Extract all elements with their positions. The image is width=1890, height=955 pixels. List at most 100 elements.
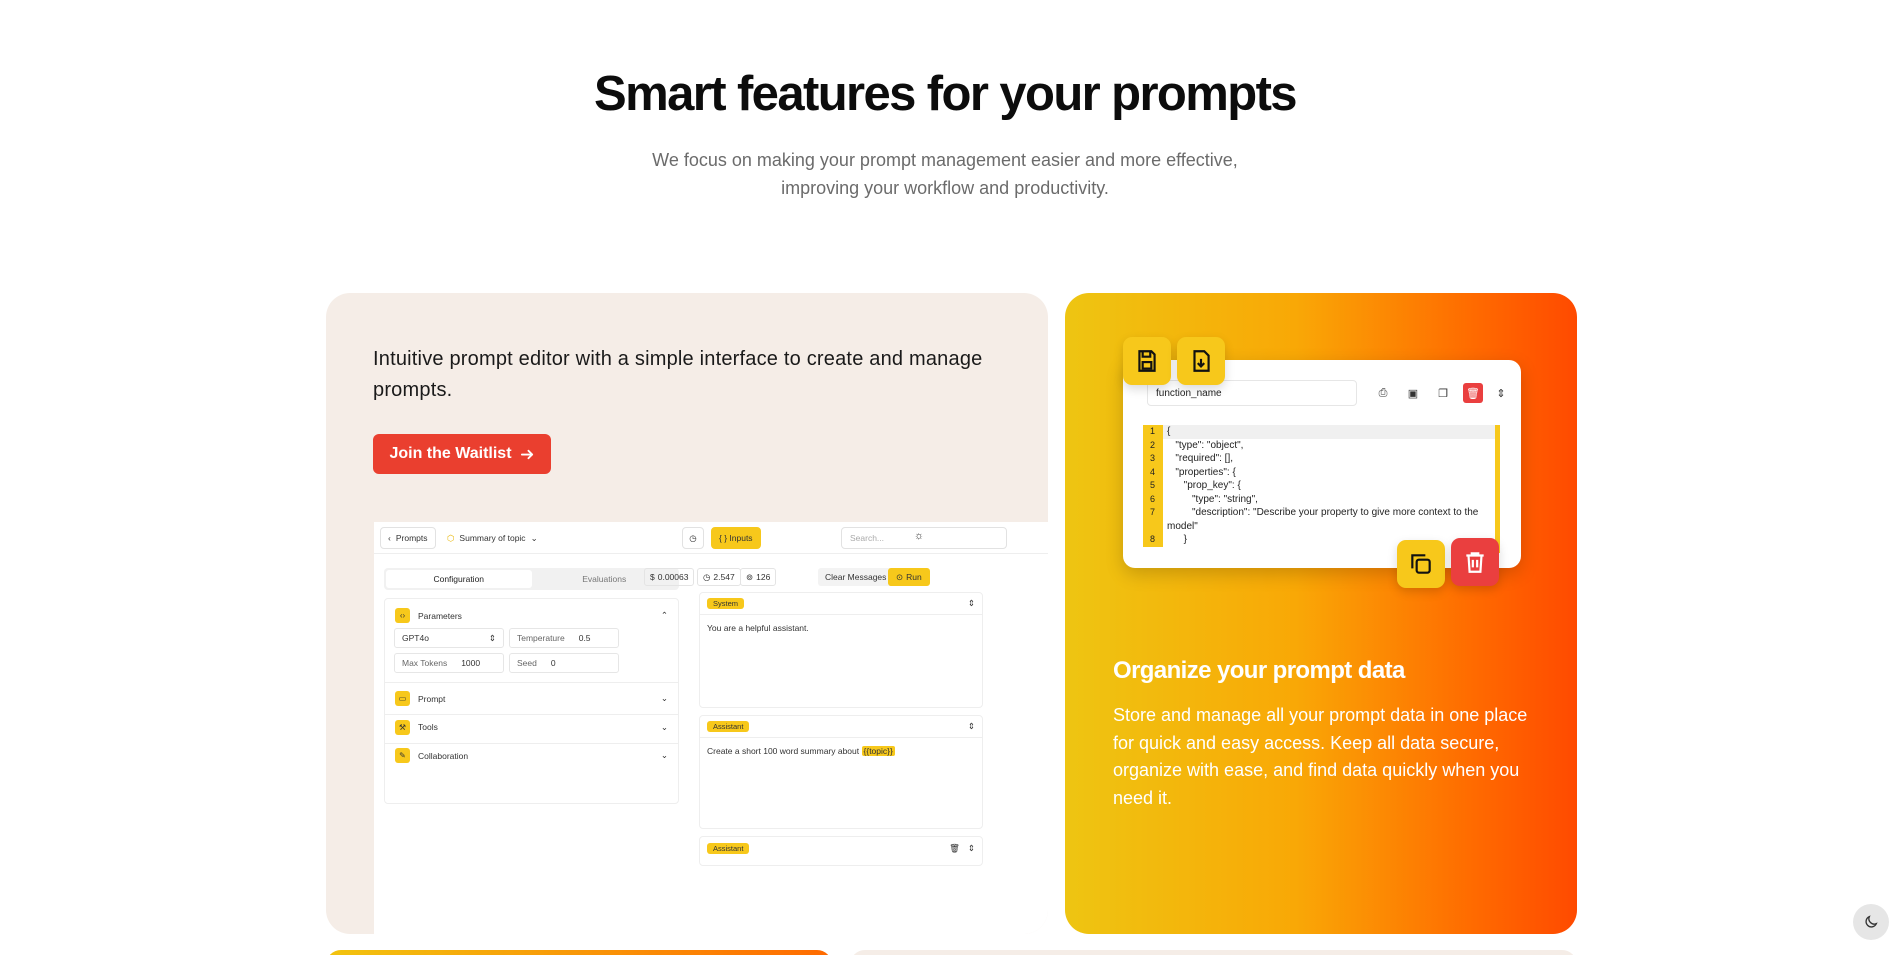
code-text: { xyxy=(1163,425,1495,439)
prompt-label: Prompt xyxy=(418,693,446,704)
expand-icon[interactable]: ⇕ xyxy=(968,598,975,609)
max-tokens-value: 1000 xyxy=(461,658,481,668)
save-icon[interactable]: ▣ xyxy=(1403,383,1423,403)
editor-card-description: Intuitive prompt editor with a simple in… xyxy=(373,348,983,401)
code-icon: ‹› xyxy=(395,608,410,623)
select-arrows-icon: ⇕ xyxy=(488,632,496,643)
delete-icon[interactable]: 🗑 xyxy=(1463,383,1483,403)
code-line: 3 "required": [], xyxy=(1143,452,1495,466)
arrow-right-icon xyxy=(520,449,533,459)
assistant-tag: Assistant xyxy=(707,721,750,732)
code-text: "type": "string", xyxy=(1167,493,1258,505)
line-number: 7 xyxy=(1143,506,1163,520)
inputs-button[interactable]: { } Inputs xyxy=(711,527,761,549)
expand-icon[interactable]: ⇕ xyxy=(968,843,975,854)
history-button[interactable]: ◷ xyxy=(682,527,704,549)
clear-messages-label: Clear Messages xyxy=(825,572,887,582)
copy-float-icon xyxy=(1397,540,1445,588)
code-text: "prop_key": { xyxy=(1167,480,1241,491)
editor-tabs: Configuration Evaluations xyxy=(384,568,679,590)
sun-icon[interactable]: ☼ xyxy=(914,530,924,542)
code-line: model" xyxy=(1143,519,1495,533)
run-button[interactable]: ⊙ Run xyxy=(888,568,930,586)
temperature-value: 0.5 xyxy=(578,633,591,643)
play-icon: ⊙ xyxy=(896,571,904,582)
code-line: 2 "type": "object", xyxy=(1143,438,1495,452)
latency-value: 2.547 xyxy=(713,572,735,582)
code-line: 7 "description": "Describe your property… xyxy=(1143,506,1495,520)
expand-icon[interactable]: ⇕ xyxy=(968,721,975,732)
file-import-icon[interactable]: ⎙ xyxy=(1373,383,1393,403)
max-tokens-label: Max Tokens xyxy=(402,658,448,668)
prompt-name: Summary of topic xyxy=(459,533,526,543)
function-name-input[interactable]: function_name xyxy=(1147,380,1357,406)
temperature-field[interactable]: Temperature 0.5 xyxy=(509,628,619,648)
next-card-right xyxy=(850,950,1577,955)
line-number: 2 xyxy=(1143,438,1163,452)
clear-messages-button[interactable]: Clear Messages xyxy=(818,568,894,586)
configuration-panel: ‹› Parameters ⌃ GPT4o ⇕ Temperature 0.5 … xyxy=(384,598,679,804)
code-line: 4 "properties": { xyxy=(1143,465,1495,479)
line-number: 4 xyxy=(1143,465,1163,479)
system-text[interactable]: You are a helpful assistant. xyxy=(700,615,982,641)
organize-card-text: Store and manage all your prompt data in… xyxy=(1113,705,1528,808)
trash-icon[interactable]: 🗑 xyxy=(949,843,960,854)
wrench-icon: ⚒ xyxy=(395,719,410,735)
cost-badge: $ 0.00063 xyxy=(644,568,695,586)
cube-icon: ⬡ xyxy=(447,532,455,543)
run-label: Run xyxy=(906,572,922,582)
system-message: System ⇕ You are a helpful assistant. xyxy=(699,592,983,708)
system-tag: System xyxy=(707,598,745,609)
code-editor[interactable]: 1{2 "type": "object", 3 "required": [], 4 … xyxy=(1143,425,1500,553)
collaboration-label: Collaboration xyxy=(418,750,469,761)
code-text: "description": "Describe your property t… xyxy=(1167,507,1479,518)
copy-icon[interactable]: ❐ xyxy=(1433,383,1453,403)
inputs-label: { } Inputs xyxy=(719,533,753,543)
dark-mode-toggle[interactable] xyxy=(1853,904,1889,940)
chevron-down-icon: ⌄ xyxy=(660,750,668,760)
code-text: } xyxy=(1167,534,1188,545)
line-number: 5 xyxy=(1143,479,1163,493)
prompt-selector[interactable]: ⬡ Summary of topic ⌄ xyxy=(440,527,545,549)
seed-value: 0 xyxy=(550,658,556,668)
moon-icon xyxy=(1865,915,1878,928)
clock-icon: ◷ xyxy=(703,571,711,582)
back-to-prompts-button[interactable]: ‹ Prompts xyxy=(380,527,436,549)
code-text: "properties": { xyxy=(1167,466,1236,478)
chevron-up-icon: ⌃ xyxy=(660,610,668,620)
join-waitlist-button[interactable]: Join the Waitlist xyxy=(373,434,551,474)
seed-field[interactable]: Seed 0 xyxy=(509,653,619,673)
assistant-message: Assistant ⇕ Create a short 100 word summ… xyxy=(699,715,983,829)
editor-screenshot: ‹ Prompts ⬡ Summary of topic ⌄ ◷ { } Inp… xyxy=(374,522,1048,934)
join-waitlist-label: Join the Waitlist xyxy=(389,445,512,462)
assistant-text: Create a short 100 word summary about xyxy=(707,746,860,756)
code-text: model" xyxy=(1167,520,1198,532)
max-tokens-field[interactable]: Max Tokens 1000 xyxy=(394,653,504,673)
tools-label: Tools xyxy=(418,722,438,732)
model-select[interactable]: GPT4o ⇕ xyxy=(394,628,504,648)
tokens-badge: ⊚ 126 xyxy=(740,568,777,586)
collaboration-section[interactable]: ✎ Collaboration ⌄ xyxy=(385,739,678,772)
message-icon: ▭ xyxy=(395,691,410,706)
chevron-down-icon: ⌄ xyxy=(530,532,538,543)
expand-icon[interactable]: ⇕ xyxy=(1491,383,1511,403)
line-number: 3 xyxy=(1143,452,1163,466)
code-line: 6 "type": "string", xyxy=(1143,492,1495,506)
tab-configuration[interactable]: Configuration xyxy=(386,570,532,588)
model-value: GPT4o xyxy=(402,633,429,643)
section-title: Smart features for your prompts xyxy=(594,67,1297,121)
organize-card-title: Organize your prompt data xyxy=(1113,657,1405,684)
cost-value: 0.00063 xyxy=(657,572,689,582)
dollar-icon: $ xyxy=(650,572,655,582)
function-editor-window: function_name ⎙ ▣ ❐ 🗑 ⇕ 1{2 "type": "obj… xyxy=(1123,360,1521,568)
save-float-icon xyxy=(1123,337,1171,385)
back-label: Prompts xyxy=(395,533,428,543)
code-text: "required": [], xyxy=(1167,453,1234,464)
search-placeholder: Search... xyxy=(850,533,885,543)
line-number: 1 xyxy=(1143,425,1163,439)
pencil-icon: ✎ xyxy=(395,748,410,763)
code-line: 1{ xyxy=(1143,425,1495,439)
coins-icon: ⊚ xyxy=(746,571,754,582)
editor-topbar: ‹ Prompts ⬡ Summary of topic ⌄ ◷ { } Inp… xyxy=(374,522,1048,554)
assistant-text-area[interactable]: Create a short 100 word summary about {{… xyxy=(700,738,982,764)
